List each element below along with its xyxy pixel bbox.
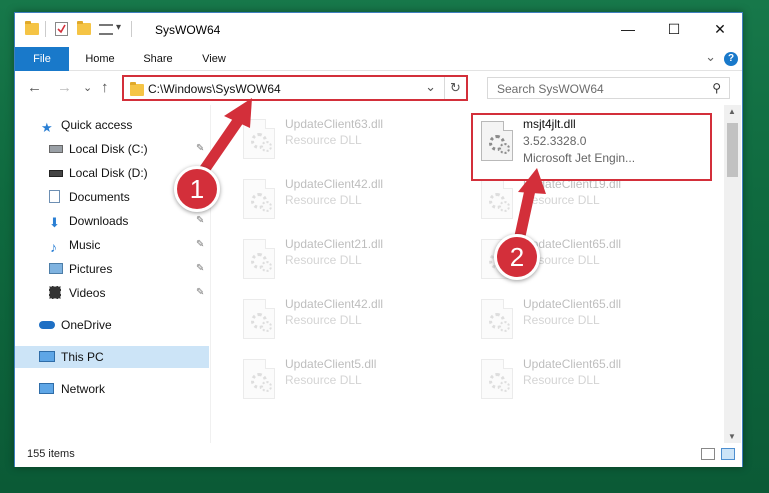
- callout-arrow-1: [194, 98, 252, 182]
- callout-overlay: [194, 98, 546, 242]
- callout-arrow-2: [514, 168, 546, 242]
- callout-badge-1: 1: [174, 166, 220, 212]
- callout-badge-2: 2: [494, 234, 540, 280]
